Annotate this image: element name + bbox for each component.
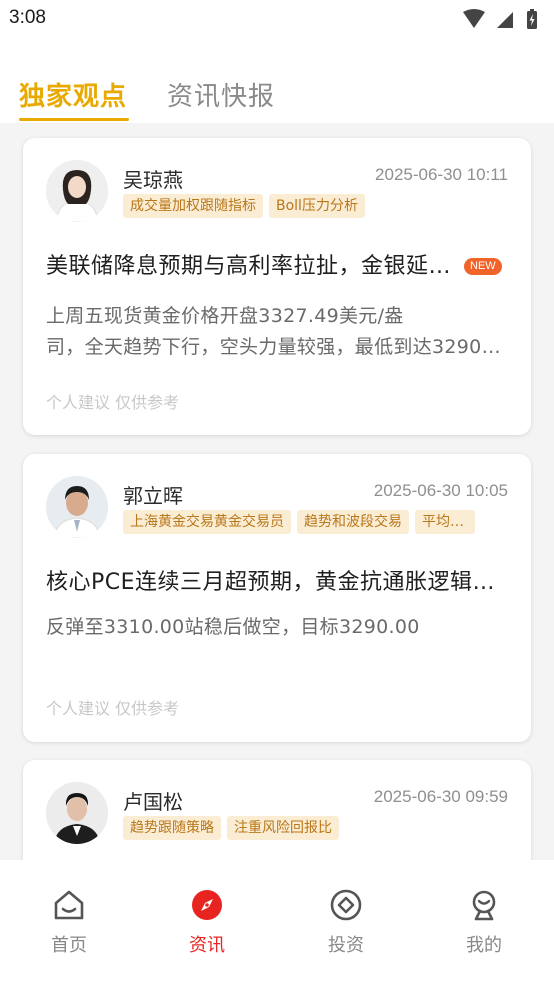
signal-icon bbox=[497, 12, 513, 28]
article-summary: 上周五现货黄金价格开盘3327.49美元/盎 司，全天趋势下行，空头力量较强，最… bbox=[46, 301, 508, 363]
tag: 趋势和波段交易 bbox=[297, 510, 409, 534]
article-feed[interactable]: 吴琼燕 2025-06-30 10:11 成交量加权跟随指标 Boll压力分析 美… bbox=[0, 123, 554, 860]
summary-line: 反弹至3310.00站稳后做空，目标3290.00 bbox=[46, 616, 420, 638]
article-summary: 反弹至3310.00站稳后做空，目标3290.00 bbox=[46, 612, 508, 643]
disclaimer: 个人建议 仅供参考 bbox=[46, 699, 180, 718]
target-icon bbox=[330, 889, 362, 921]
avatar-man-icon bbox=[46, 476, 108, 538]
disclaimer: 个人建议 仅供参考 bbox=[46, 393, 180, 412]
nav-mine[interactable]: 我的 bbox=[444, 888, 524, 958]
nav-invest[interactable]: 投资 bbox=[306, 888, 386, 958]
tag-list: 上海黄金交易黄金交易员 趋势和波段交易 平均成本 bbox=[123, 510, 508, 536]
summary-line: 上周五现货黄金价格开盘3327.49美元/盎 bbox=[46, 305, 404, 327]
bottom-nav: 首页 资讯 投资 我的 bbox=[0, 860, 554, 984]
nav-label: 我的 bbox=[466, 935, 502, 956]
nav-label: 投资 bbox=[328, 935, 364, 956]
user-icon bbox=[472, 890, 496, 921]
avatar[interactable] bbox=[46, 160, 108, 222]
avatar-man-icon bbox=[46, 782, 108, 844]
battery-charging-icon bbox=[527, 9, 537, 29]
avatar[interactable] bbox=[46, 476, 108, 538]
publish-time: 2025-06-30 10:11 bbox=[375, 165, 508, 184]
tag: 平均成本 bbox=[415, 510, 475, 534]
wifi-icon bbox=[463, 9, 485, 28]
tag: 上海黄金交易黄金交易员 bbox=[123, 510, 291, 534]
new-badge: NEW bbox=[464, 258, 502, 275]
compass-icon bbox=[192, 890, 222, 920]
tag: 趋势跟随策略 bbox=[123, 816, 221, 840]
author-name: 郭立晖 bbox=[123, 484, 183, 508]
nav-label: 首页 bbox=[51, 935, 87, 956]
nav-news[interactable]: 资讯 bbox=[167, 888, 247, 958]
publish-time: 2025-06-30 10:05 bbox=[373, 481, 508, 500]
status-time: 3:08 bbox=[9, 7, 46, 28]
avatar-woman-icon bbox=[46, 160, 108, 222]
tag-list: 成交量加权跟随指标 Boll压力分析 bbox=[123, 194, 508, 220]
home-icon bbox=[54, 890, 84, 920]
article-card[interactable]: 吴琼燕 2025-06-30 10:11 成交量加权跟随指标 Boll压力分析 美… bbox=[23, 138, 531, 435]
active-tab-indicator bbox=[19, 118, 129, 121]
tab-news-flash[interactable]: 资讯快报 bbox=[167, 76, 275, 113]
nav-label: 资讯 bbox=[189, 935, 225, 956]
article-title[interactable]: 核心PCE连续三月超预期，黄金抗通胀逻辑再受考验 bbox=[46, 564, 506, 596]
article-title[interactable]: 美联储降息预期与高利率拉扯，金银延续震荡 bbox=[46, 248, 460, 280]
status-bar: 3:08 bbox=[0, 0, 554, 38]
header-tabs: 独家观点 资讯快报 bbox=[0, 38, 554, 123]
tab-exclusive-views[interactable]: 独家观点 bbox=[19, 76, 127, 113]
tag: 注重风险回报比 bbox=[227, 816, 339, 840]
status-icons bbox=[463, 9, 537, 29]
tag-list: 趋势跟随策略 注重风险回报比 bbox=[123, 816, 508, 842]
author-name: 吴琼燕 bbox=[123, 168, 183, 192]
tag: 成交量加权跟随指标 bbox=[123, 194, 263, 218]
summary-line: 司，全天趋势下行，空头力量较强，最低到达3290附近 bbox=[46, 336, 508, 358]
avatar[interactable] bbox=[46, 782, 108, 844]
author-name: 卢国松 bbox=[123, 790, 183, 814]
tag: Boll压力分析 bbox=[269, 194, 365, 218]
article-card[interactable]: 卢国松 2025-06-30 09:59 趋势跟随策略 注重风险回报比 bbox=[23, 760, 531, 860]
article-card[interactable]: 郭立晖 2025-06-30 10:05 上海黄金交易黄金交易员 趋势和波段交易平… bbox=[23, 454, 531, 742]
nav-home[interactable]: 首页 bbox=[29, 888, 109, 958]
publish-time: 2025-06-30 09:59 bbox=[373, 787, 508, 806]
